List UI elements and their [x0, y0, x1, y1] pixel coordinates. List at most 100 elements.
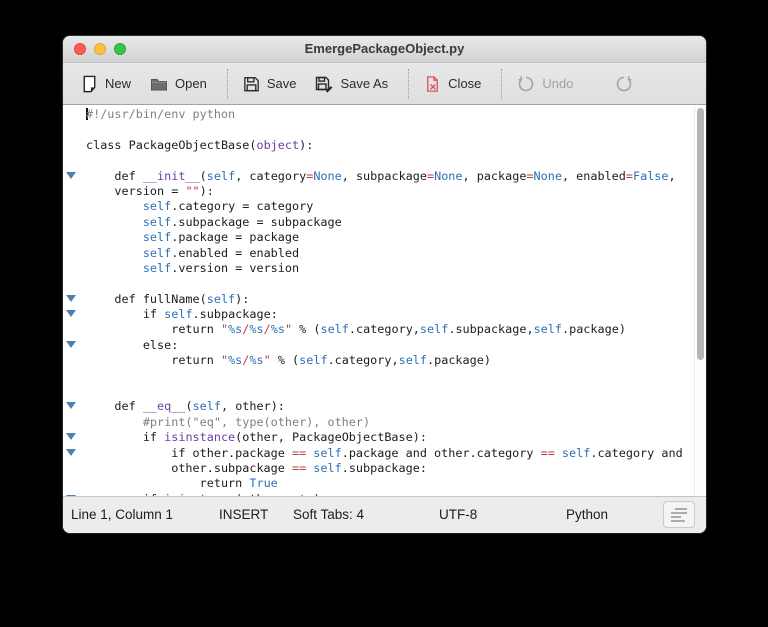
close-document-icon — [423, 74, 442, 94]
language-status: Python — [566, 507, 609, 522]
new-button[interactable]: New — [80, 74, 131, 94]
undo-button[interactable]: Undo — [516, 74, 574, 94]
close-button[interactable]: Close — [423, 74, 481, 94]
save-as-button[interactable]: Save As — [314, 74, 388, 94]
code-text: return "%s/%s" % (self.category,self.pac… — [86, 353, 491, 368]
code-line[interactable] — [63, 369, 706, 384]
code-text: def fullName(self): — [86, 291, 250, 306]
gutter-cell — [63, 369, 86, 384]
gutter-cell — [63, 384, 86, 399]
fold-triangle-icon[interactable] — [66, 294, 76, 302]
code-line[interactable]: other.subpackage == self.subpackage: — [63, 461, 706, 476]
code-line[interactable]: return True — [63, 476, 706, 491]
fold-triangle-icon[interactable] — [66, 402, 76, 410]
gutter-cell — [63, 169, 86, 184]
code-line[interactable] — [63, 276, 706, 291]
screen-background: EmergePackageObject.py New Open Save Sav… — [0, 0, 768, 627]
code-text: self.category = category — [142, 199, 314, 214]
code-line[interactable]: def __eq__(self, other): — [63, 399, 706, 414]
new-document-icon — [80, 74, 99, 94]
floppy-pencil-icon — [314, 74, 334, 94]
gutter-cell — [63, 353, 86, 368]
gutter-cell — [63, 415, 86, 430]
text-lines-icon[interactable] — [663, 501, 695, 528]
code-line[interactable]: if self.subpackage: — [63, 307, 706, 322]
code-line[interactable] — [63, 122, 706, 137]
gutter-cell — [63, 476, 86, 491]
code-text: if isinstance(other, PackageObjectBase): — [86, 430, 427, 445]
code-text: def __eq__(self, other): — [86, 399, 285, 414]
save-as-button-label: Save As — [340, 76, 389, 91]
fold-triangle-icon[interactable] — [66, 171, 76, 179]
code-line[interactable]: version = ""): — [63, 184, 706, 199]
code-line[interactable]: class PackageObjectBase(object): — [63, 138, 706, 153]
toolbar-separator — [408, 68, 410, 99]
code-line[interactable]: self.category = category — [63, 199, 706, 214]
gutter-cell — [63, 199, 86, 214]
code-line[interactable]: if isinstance(other, PackageObjectBase): — [63, 430, 706, 445]
new-button-label: New — [105, 76, 132, 91]
code-line[interactable]: return "%s/%s/%s" % (self.category,self.… — [63, 322, 706, 337]
code-text: return "%s/%s/%s" % (self.category,self.… — [86, 322, 626, 337]
code-text: return True — [86, 476, 278, 491]
code-text: version = ""): — [86, 183, 214, 198]
code-line[interactable] — [63, 384, 706, 399]
window-titlebar[interactable]: EmergePackageObject.py — [63, 36, 706, 63]
toolbar-separator — [501, 68, 503, 99]
encoding-status: UTF-8 — [439, 507, 478, 522]
code-line[interactable]: if other.package == self.package and oth… — [63, 446, 706, 461]
code-line[interactable]: def __init__(self, category=None, subpac… — [63, 169, 706, 184]
open-button-label: Open — [175, 76, 207, 91]
gutter-cell — [63, 153, 86, 168]
code-line[interactable]: return "%s/%s" % (self.category,self.pac… — [63, 353, 706, 368]
code-line[interactable]: self.subpackage = subpackage — [63, 215, 706, 230]
code-line[interactable]: self.enabled = enabled — [63, 246, 706, 261]
code-line[interactable]: def fullName(self): — [63, 292, 706, 307]
cursor-position-status: Line 1, Column 1 — [71, 507, 174, 522]
redo-button[interactable] — [614, 74, 640, 94]
save-button-label: Save — [266, 76, 297, 91]
code-line[interactable]: self.package = package — [63, 230, 706, 245]
save-button[interactable]: Save — [242, 74, 297, 94]
code-line[interactable]: else: — [63, 338, 706, 353]
code-text: class PackageObjectBase(object): — [86, 137, 314, 152]
gutter-cell — [63, 261, 86, 276]
app-window: EmergePackageObject.py New Open Save Sav… — [63, 36, 706, 533]
gutter-cell — [63, 292, 86, 307]
close-button-label: Close — [448, 76, 482, 91]
code-editor[interactable]: #!/usr/bin/env python class PackageObject… — [63, 105, 706, 496]
code-line[interactable]: self.version = version — [63, 261, 706, 276]
scrollbar-thumb[interactable] — [697, 108, 704, 360]
gutter-cell — [63, 399, 86, 414]
fold-triangle-icon[interactable] — [66, 448, 76, 456]
gutter-cell — [63, 307, 86, 322]
code-text: if self.subpackage: — [86, 307, 278, 322]
vertical-scrollbar[interactable] — [694, 106, 706, 495]
floppy-disk-icon — [242, 74, 261, 94]
gutter-cell — [63, 322, 86, 337]
toolbar: New Open Save Save As Close Undo — [63, 63, 706, 105]
gutter-cell — [63, 430, 86, 445]
redo-arrow-icon — [614, 74, 634, 94]
window-title: EmergePackageObject.py — [304, 41, 465, 56]
code-text: self.enabled = enabled — [142, 245, 300, 260]
gutter-cell — [63, 338, 86, 353]
fold-triangle-icon[interactable] — [66, 433, 76, 441]
code-line[interactable]: #!/usr/bin/env python — [63, 107, 706, 122]
code-text: if other.package == self.package and oth… — [86, 445, 683, 460]
gutter-cell — [63, 446, 86, 461]
code-lines-container: #!/usr/bin/env python class PackageObject… — [63, 107, 706, 496]
code-line[interactable] — [63, 153, 706, 168]
code-text: other.subpackage == self.subpackage: — [86, 460, 427, 475]
gutter-cell — [63, 138, 86, 153]
undo-button-label: Undo — [542, 76, 574, 91]
code-line[interactable]: #print("eq", type(other), other) — [63, 415, 706, 430]
fold-triangle-icon[interactable] — [66, 310, 76, 318]
insert-mode-status: INSERT — [219, 507, 269, 522]
open-button[interactable]: Open — [149, 74, 207, 94]
fold-triangle-icon[interactable] — [66, 340, 76, 348]
